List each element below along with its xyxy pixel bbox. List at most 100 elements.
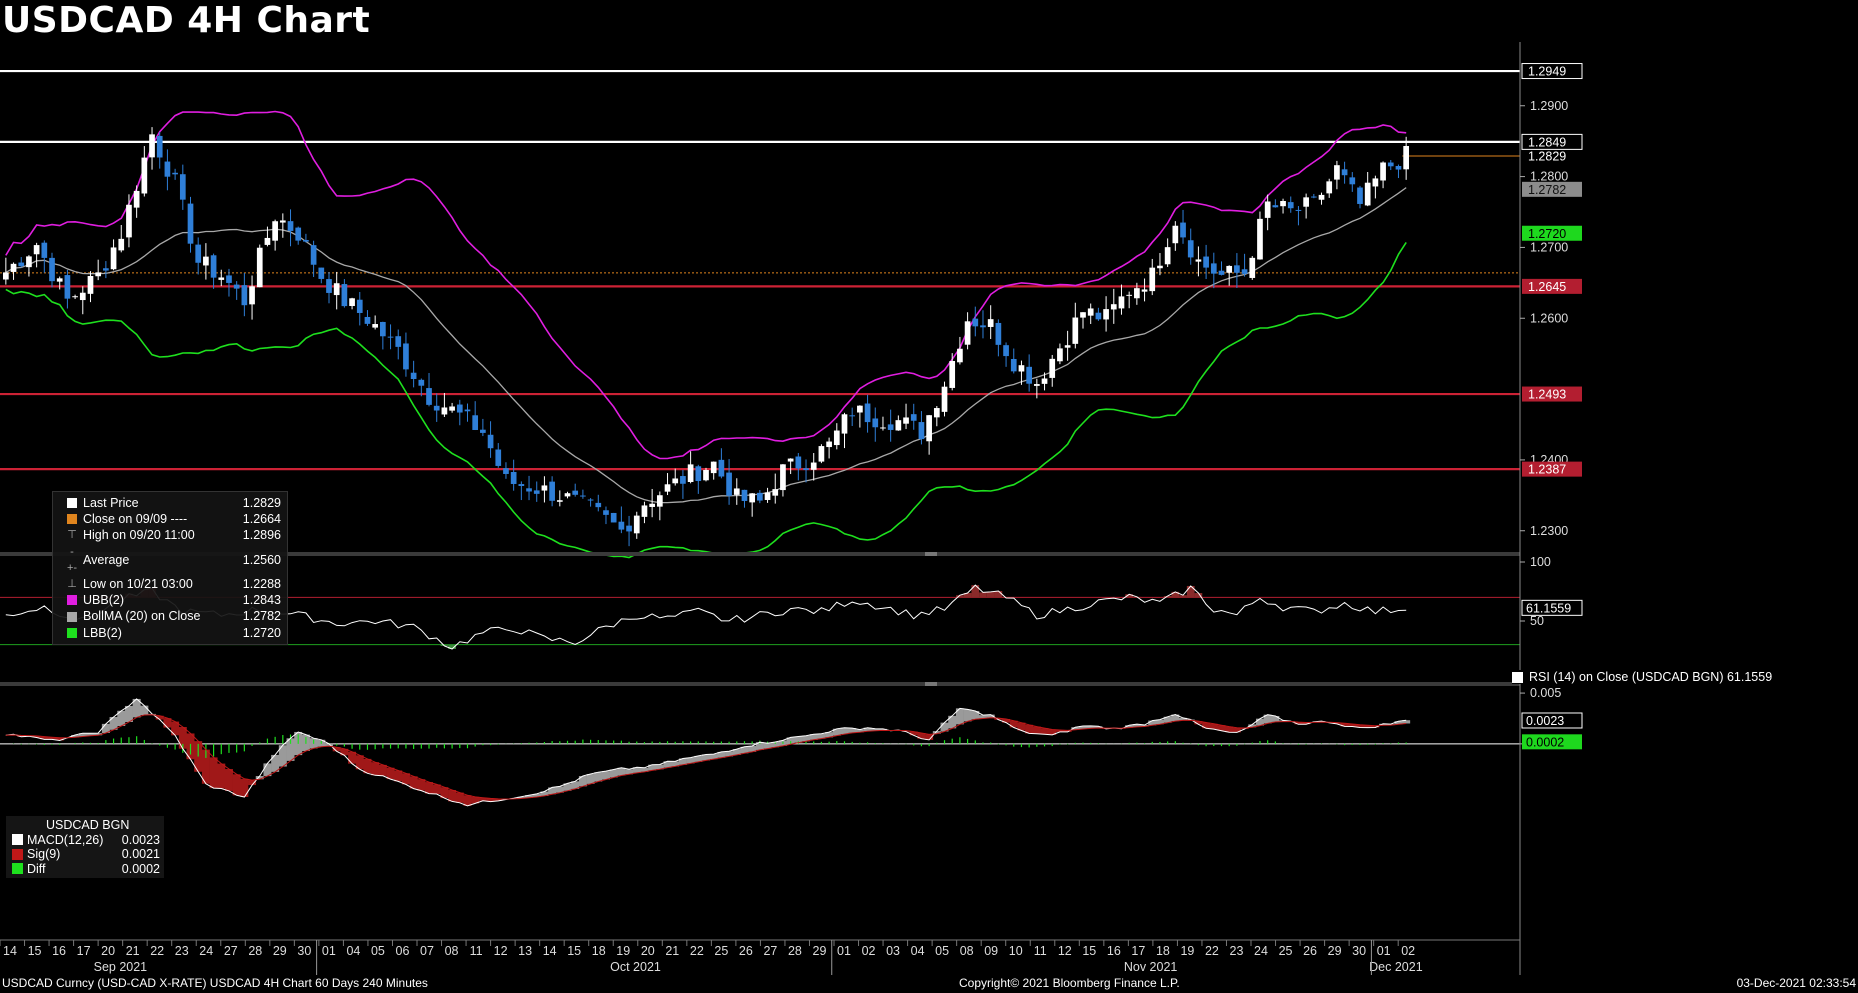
candle-body — [110, 247, 117, 270]
x-tick-label: 09 — [984, 944, 998, 958]
candle-body — [703, 469, 709, 481]
legend-item[interactable]: UBB(2) 1.2843 — [67, 592, 281, 608]
candle-body — [526, 488, 532, 492]
candle-body — [857, 405, 863, 413]
candle-body — [303, 240, 309, 242]
candle-body — [403, 343, 409, 370]
x-tick-label: 04 — [911, 944, 925, 958]
month-label: Nov 2021 — [1124, 960, 1178, 974]
x-tick-label: 30 — [297, 944, 311, 958]
macd-tag: 0.0023 — [1526, 714, 1564, 728]
legend-item[interactable]: ⊥ Low on 10/21 03:00 1.2288 — [67, 576, 281, 592]
legend-item[interactable]: ⊤ High on 09/20 11:00 1.2896 — [67, 527, 281, 543]
rsi-tick-label: 100 — [1530, 555, 1551, 569]
x-tick-label: 27 — [224, 944, 238, 958]
x-tick-label: 28 — [788, 944, 802, 958]
legend-item[interactable]: Last Price 1.2829 — [67, 495, 281, 511]
candle-body — [1241, 269, 1248, 274]
macd-legend-item[interactable]: Sig(9) 0.0021 — [12, 847, 160, 862]
candle-body — [757, 492, 763, 501]
candle-body — [503, 468, 509, 474]
candle-body — [295, 227, 302, 241]
bollma-line — [5, 187, 1407, 504]
x-tick-label: 22 — [690, 944, 704, 958]
x-tick-label: 29 — [813, 944, 827, 958]
candle-body — [656, 495, 663, 507]
legend-item[interactable]: LBB(2) 1.2720 — [67, 625, 281, 641]
x-tick-label: 20 — [641, 944, 655, 958]
candle-body — [1118, 296, 1125, 309]
candle-body — [1095, 312, 1102, 320]
x-tick-label: 10 — [1009, 944, 1023, 958]
x-tick-label: 19 — [616, 944, 630, 958]
candle-body — [126, 204, 132, 238]
macd-legend-item[interactable]: Diff 0.0002 — [12, 862, 160, 877]
macd-legend-item[interactable]: MACD(12,26) 0.0023 — [12, 833, 160, 848]
x-tick-label: 05 — [935, 944, 949, 958]
candle-body — [926, 415, 932, 442]
candle-body — [1203, 256, 1209, 268]
candle-body — [810, 462, 817, 470]
x-tick-label: 27 — [763, 944, 777, 958]
month-label: Oct 2021 — [610, 960, 661, 974]
legend-item[interactable]: BollMA (20) on Close 1.2782 — [67, 608, 281, 624]
legend-item[interactable]: -+- Average 1.2560 — [67, 544, 281, 576]
candle-body — [179, 174, 186, 200]
x-tick-label: 08 — [445, 944, 459, 958]
candle-body — [1349, 177, 1356, 185]
candle-body — [1249, 257, 1256, 278]
macd-legend[interactable]: USDCAD BGN MACD(12,26) 0.0023 Sig(9) 0.0021… — [6, 816, 164, 878]
candle-body — [210, 255, 217, 278]
level-tag: 1.2645 — [1528, 280, 1566, 294]
candle-body — [726, 472, 732, 496]
candle-body — [718, 459, 725, 477]
candle-body — [787, 458, 794, 462]
x-tick-label: 12 — [1058, 944, 1072, 958]
candle-body — [733, 488, 740, 495]
macd-legend-header: USDCAD BGN — [46, 818, 130, 832]
x-tick-label: 22 — [150, 944, 164, 958]
x-tick-label: 20 — [101, 944, 115, 958]
candle-body — [695, 466, 702, 482]
legend-symbol: ⊥ — [67, 578, 77, 591]
candle-body — [949, 360, 956, 388]
candle-body — [1364, 182, 1371, 206]
level-tag: 1.2493 — [1528, 388, 1566, 402]
candle-body — [910, 414, 917, 421]
price-legend[interactable]: Last Price 1.2829 Close on 09/09 ---- 1.266… — [52, 491, 288, 645]
candle-body — [872, 418, 879, 428]
legend-value: 1.2896 — [242, 528, 281, 543]
lbb-tag: 1.2720 — [1528, 227, 1566, 241]
candle-body — [972, 318, 979, 327]
bollma-tag: 1.2782 — [1528, 183, 1566, 197]
x-tick-label: 01 — [322, 944, 336, 958]
candle-body — [626, 525, 632, 532]
candle-body — [1172, 225, 1179, 244]
legend-value: 1.2843 — [242, 593, 281, 608]
x-tick-label: 26 — [739, 944, 753, 958]
footer-copyright: Copyright© 2021 Bloomberg Finance L.P. — [959, 976, 1180, 990]
candle-body — [803, 468, 809, 471]
x-tick-label: 08 — [960, 944, 974, 958]
rsi-legend[interactable]: RSI (14) on Close (USDCAD BGN) 61.1559 — [1512, 670, 1773, 684]
legend-item[interactable]: Close on 09/09 ---- 1.2664 — [67, 511, 281, 527]
x-tick-label: 01 — [837, 944, 851, 958]
candle-body — [1126, 294, 1133, 296]
x-tick-label: 24 — [199, 944, 213, 958]
candle-body — [364, 316, 371, 324]
x-tick-label: 13 — [518, 944, 532, 958]
macd-panel — [0, 698, 1520, 807]
candle-body — [1003, 345, 1009, 357]
candle-body — [556, 500, 563, 502]
candle-body — [1226, 265, 1233, 273]
rsi-swatch — [1512, 671, 1523, 683]
level-tag: 1.2849 — [1528, 135, 1566, 149]
x-tick-label: 23 — [1230, 944, 1244, 958]
legend-swatch — [67, 595, 77, 606]
candle-body — [1341, 169, 1348, 176]
candle-body — [472, 415, 479, 430]
candle-body — [510, 471, 517, 484]
candle-body — [957, 348, 963, 363]
candle-body — [164, 161, 171, 177]
candle-body — [26, 256, 32, 268]
